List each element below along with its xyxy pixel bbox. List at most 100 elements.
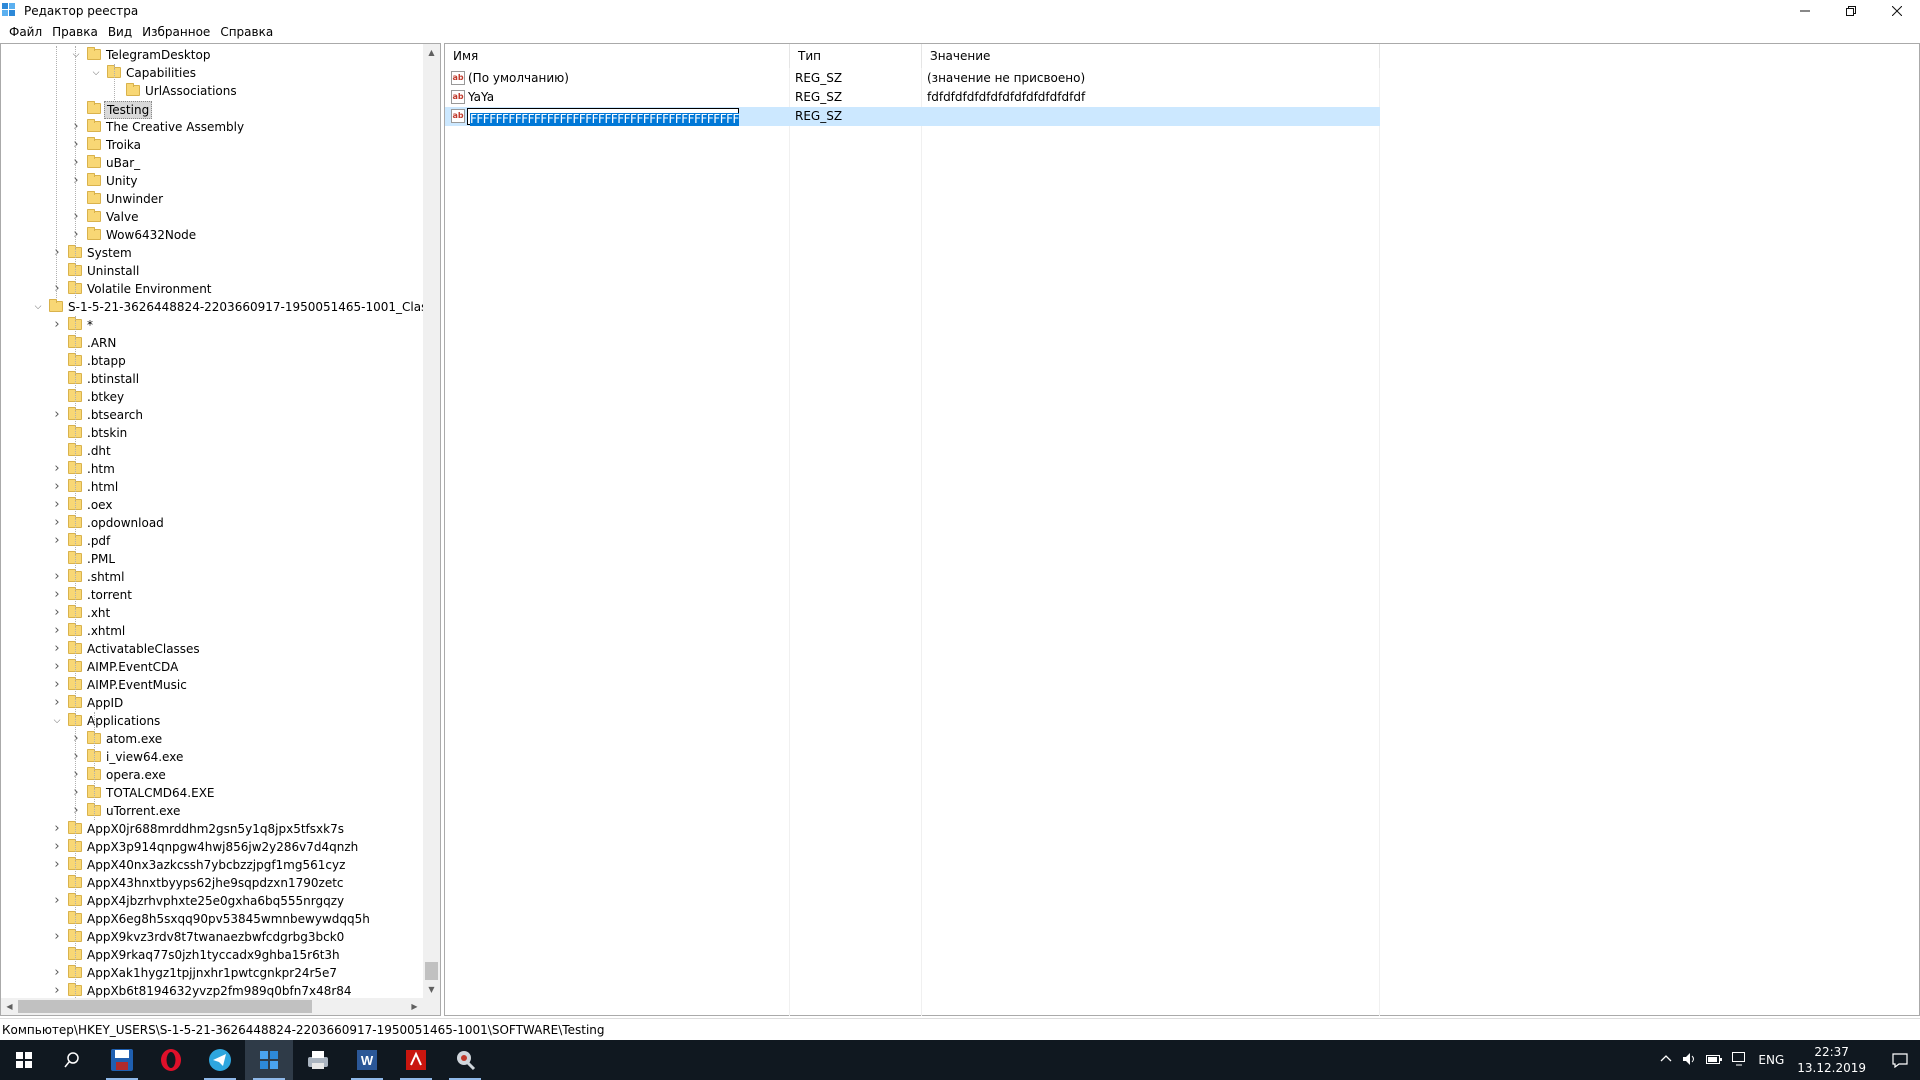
expand-chevron-icon[interactable]: › (71, 120, 81, 133)
tree-node[interactable]: › Wow6432Node (1, 226, 421, 244)
expand-chevron-icon[interactable]: › (52, 930, 62, 943)
tree-node[interactable]: › .html (1, 478, 421, 496)
taskbar-app-tool[interactable] (441, 1040, 489, 1080)
tree-node[interactable]: › i_view64.exe (1, 748, 421, 766)
expand-chevron-icon[interactable]: › (52, 822, 62, 835)
expand-chevron-icon[interactable]: › (52, 858, 62, 871)
tree-node[interactable]: ⌵ TelegramDesktop (1, 46, 421, 64)
tree-node[interactable]: › ActivatableClasses (1, 640, 421, 658)
registry-tree[interactable]: ⌵ TelegramDesktop ⌵ Capabilities UrlAssociat… (0, 43, 441, 1016)
expand-chevron-icon[interactable]: › (71, 138, 81, 151)
expand-chevron-icon[interactable]: › (52, 894, 62, 907)
tree-node[interactable]: › Troika (1, 136, 421, 154)
tree-node[interactable]: › .pdf (1, 532, 421, 550)
expand-chevron-icon[interactable]: › (52, 984, 62, 997)
tree-node[interactable]: › .xht (1, 604, 421, 622)
battery-icon[interactable] (1706, 1053, 1723, 1068)
h-scroll-thumb[interactable] (18, 1000, 312, 1013)
collapse-chevron-icon[interactable]: ⌵ (33, 302, 43, 312)
expand-chevron-icon[interactable]: › (71, 786, 81, 799)
collapse-chevron-icon[interactable]: ⌵ (91, 68, 101, 78)
scroll-right-arrow-icon[interactable]: ▶ (406, 998, 423, 1015)
taskbar-app-floppy[interactable] (98, 1040, 146, 1080)
tree-node[interactable]: › TOTALCMD64.EXE (1, 784, 421, 802)
tree-node[interactable]: ⌵ S-1-5-21-3626448824-2203660917-19500514… (1, 298, 440, 316)
tree-node[interactable]: › .opdownload (1, 514, 421, 532)
tree-node[interactable]: .ARN (1, 334, 421, 352)
tree-node[interactable]: .dht (1, 442, 421, 460)
tree-node[interactable]: › .shtml (1, 568, 421, 586)
tree-node[interactable]: AppX6eg8h5sxqq90pv53845wmnbewywdqq5h (1, 910, 421, 928)
expand-chevron-icon[interactable]: › (71, 174, 81, 187)
tree-node[interactable]: › opera.exe (1, 766, 421, 784)
language-indicator[interactable]: ENG (1758, 1053, 1784, 1067)
restore-button[interactable] (1828, 0, 1874, 22)
column-header-name[interactable]: Имя (445, 44, 790, 68)
tree-node[interactable]: › AppX3p914qnpgw4hwj856jw2y286v7d4qnzh (1, 838, 421, 856)
scroll-up-arrow-icon[interactable]: ▲ (423, 44, 440, 61)
expand-chevron-icon[interactable]: › (71, 228, 81, 241)
tree-node[interactable]: › The Creative Assembly (1, 118, 421, 136)
expand-chevron-icon[interactable]: › (52, 678, 62, 691)
taskbar-app-printer[interactable] (294, 1040, 342, 1080)
expand-chevron-icon[interactable]: › (52, 660, 62, 673)
expand-chevron-icon[interactable]: › (52, 606, 62, 619)
taskbar-app-regedit[interactable] (245, 1040, 293, 1080)
tree-node[interactable]: › .xhtml (1, 622, 421, 640)
tree-node[interactable]: › .htm (1, 460, 421, 478)
expand-chevron-icon[interactable]: › (52, 570, 62, 583)
tree-node[interactable]: › * (1, 316, 421, 334)
value-row-selected[interactable]: ab FFFFFFFFFFFFFFFFFFFFFFFFFFFFFFFFFFFFF… (445, 107, 1380, 126)
expand-chevron-icon[interactable]: › (71, 804, 81, 817)
taskbar-app-opera[interactable] (147, 1040, 195, 1080)
scroll-thumb[interactable] (425, 962, 438, 980)
taskbar-app-acrobat[interactable] (392, 1040, 440, 1080)
expand-chevron-icon[interactable]: › (52, 408, 62, 421)
tree-node[interactable]: › AIMP.EventCDA (1, 658, 421, 676)
clock[interactable]: 22:37 13.12.2019 (1797, 1044, 1866, 1076)
tree-node[interactable]: AppX43hnxtbyyps62jhe9sqpdzxn1790zetc (1, 874, 421, 892)
tree-node[interactable]: › AppID (1, 694, 421, 712)
expand-chevron-icon[interactable]: › (52, 516, 62, 529)
tree-node[interactable]: › .oex (1, 496, 421, 514)
expand-chevron-icon[interactable]: › (52, 624, 62, 637)
tree-node[interactable]: › atom.exe (1, 730, 421, 748)
rename-value-input[interactable]: FFFFFFFFFFFFFFFFFFFFFFFFFFFFFFFFFFFFFFFF… (467, 108, 739, 126)
expand-chevron-icon[interactable]: › (52, 966, 62, 979)
tree-node[interactable]: UrlAssociations (1, 82, 421, 100)
tree-node[interactable]: › uTorrent.exe (1, 802, 421, 820)
tree-node[interactable]: Testing (1, 100, 421, 119)
expand-chevron-icon[interactable]: › (71, 210, 81, 223)
taskbar-app-word[interactable]: W (343, 1040, 391, 1080)
expand-chevron-icon[interactable]: › (52, 840, 62, 853)
tree-node[interactable]: › Volatile Environment (1, 280, 421, 298)
expand-chevron-icon[interactable]: › (52, 642, 62, 655)
tree-node[interactable]: Unwinder (1, 190, 421, 208)
tree-node[interactable]: .btskin (1, 424, 421, 442)
tray-chevron-up-icon[interactable] (1660, 1053, 1672, 1068)
tree-node[interactable]: .btapp (1, 352, 421, 370)
tree-node[interactable]: ⌵ Applications (1, 712, 421, 730)
tree-node[interactable]: › AppX9kvz3rdv8t7twanaezbwfcdgrbg3bck0 (1, 928, 421, 946)
expand-chevron-icon[interactable]: › (52, 588, 62, 601)
expand-chevron-icon[interactable]: › (71, 156, 81, 169)
taskbar-app-telegram[interactable] (196, 1040, 244, 1080)
tree-node[interactable]: › .btsearch (1, 406, 421, 424)
menu-help[interactable]: Справка (215, 25, 278, 39)
expand-chevron-icon[interactable]: › (52, 696, 62, 709)
search-button[interactable] (48, 1040, 96, 1080)
values-list[interactable]: Имя Тип Значение ab (По умолчанию) REG_S… (444, 43, 1920, 1016)
tree-node[interactable]: › AppX40nx3azkcssh7ybcbzzjpgf1mg561cyz (1, 856, 421, 874)
expand-chevron-icon[interactable]: › (52, 282, 62, 295)
collapse-chevron-icon[interactable]: ⌵ (71, 50, 81, 60)
expand-chevron-icon[interactable]: › (71, 732, 81, 745)
tree-node[interactable]: AppX9rkaq77s0jzh1tyccadx9ghba15r6t3h (1, 946, 421, 964)
expand-chevron-icon[interactable]: › (71, 768, 81, 781)
tree-node[interactable]: › AppX4jbzrhvphxte25e0gxha6bq555nrgqzy (1, 892, 421, 910)
tree-node[interactable]: › AIMP.EventMusic (1, 676, 421, 694)
expand-chevron-icon[interactable]: › (71, 750, 81, 763)
expand-chevron-icon[interactable]: › (52, 498, 62, 511)
expand-chevron-icon[interactable]: › (52, 246, 62, 259)
tree-node[interactable]: › .torrent (1, 586, 421, 604)
expand-chevron-icon[interactable]: › (52, 318, 62, 331)
